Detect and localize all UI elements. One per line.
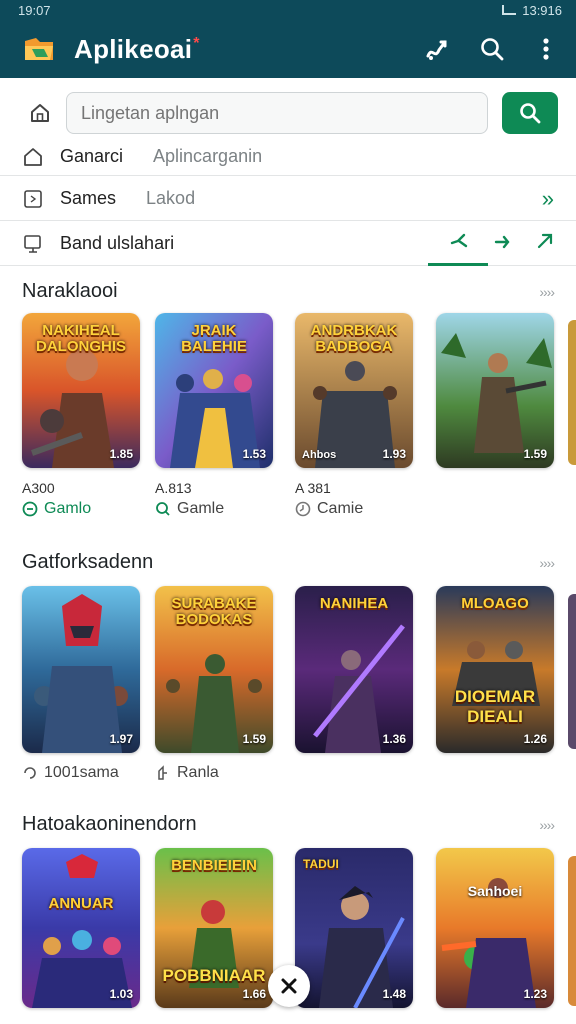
game-card[interactable]: ANDRBKAK BADBOGA Ahbos 1.93 [295, 313, 413, 468]
hand-icon [158, 765, 167, 780]
game-card-subtitle: DIOEMAR DIEALI [454, 687, 536, 726]
game-card[interactable]: MLOAGO DIOEMAR DIEALI 1.26 [436, 586, 554, 753]
close-icon [281, 978, 297, 994]
search-small-icon [156, 502, 170, 516]
clock-icon [295, 501, 311, 517]
search-button-icon [520, 103, 541, 124]
section-title: Gatforksadenn [22, 551, 154, 573]
app-title: Aplikeoai* [74, 33, 200, 64]
game-tag[interactable]: Camie [295, 500, 363, 518]
game-card-badge: 1.97 [109, 732, 133, 746]
game-card[interactable]: 1.97 [22, 586, 140, 753]
play-circle-icon [22, 501, 38, 517]
search-input[interactable] [66, 92, 488, 134]
row-sub: Aplincarganin [153, 146, 263, 166]
row-ganarci[interactable]: Ganarci Aplincarganin [0, 138, 576, 176]
game-card-badge: 1.36 [382, 732, 406, 746]
double-chevron-icon[interactable]: » [542, 186, 554, 212]
game-tag[interactable]: Ranla [155, 764, 219, 782]
game-card[interactable]: BENBIEIEIN POBBNIAAR 1.66 [155, 848, 273, 1008]
game-card-badge: 1.23 [523, 987, 547, 1001]
game-tag[interactable]: Gamle [155, 500, 224, 518]
game-card-badge: 1.66 [242, 987, 266, 1001]
tab-icon-2[interactable] [494, 233, 512, 254]
tab-underline [428, 263, 488, 266]
more-chevrons-icon[interactable]: ›››› [539, 284, 555, 300]
more-chevrons-icon[interactable]: ›››› [539, 555, 555, 571]
search-button[interactable] [502, 92, 558, 134]
game-card-title: ANNUAR [48, 895, 114, 912]
game-card[interactable]: Sanhoei 1.23 [436, 848, 554, 1008]
search-row [0, 88, 576, 138]
game-card[interactable]: ANNUAR 1.03 [22, 848, 140, 1008]
game-card-partial[interactable] [568, 856, 576, 1006]
signal-icon [502, 5, 517, 15]
game-card-title: NAKIHEAL DALONGHIS [36, 322, 126, 355]
game-card[interactable]: NANIHEA 1.36 [295, 586, 413, 753]
game-card-badge: 1.53 [242, 447, 266, 461]
search-icon[interactable] [478, 35, 506, 63]
status-right-text: 13:916 [522, 2, 562, 18]
game-card-badge: 1.59 [523, 447, 547, 461]
logo-icon [22, 33, 56, 65]
game-card-title: BENBIEIEIN [171, 857, 257, 874]
row-sames[interactable]: Sames Lakod » [0, 177, 576, 221]
game-code: A300 [22, 480, 55, 496]
row-label: Band ulslahari [60, 233, 175, 253]
game-card[interactable]: JRAIK BALEHIE 1.53 [155, 313, 273, 468]
game-code: A 381 [295, 480, 331, 496]
calendar-icon [22, 188, 44, 210]
game-card-badge: 1.48 [382, 987, 406, 1001]
game-card[interactable]: SURABAKE BODOKAS 1.59 [155, 586, 273, 753]
game-card[interactable]: NAKIHEAL DALONGHIS 1.85 [22, 313, 140, 468]
more-vert-icon[interactable] [532, 35, 560, 63]
status-time: 19:07 [18, 2, 51, 18]
game-card-badge: 1.93 [382, 447, 406, 461]
status-bar: 19:07 13:916 [0, 0, 576, 20]
game-tag[interactable]: Gamlo [22, 500, 91, 518]
game-card-title: TADUI [303, 857, 339, 871]
game-card-badge: 1.85 [109, 447, 133, 461]
game-card[interactable]: TADUI 1.48 [295, 848, 413, 1008]
more-chevrons-icon[interactable]: ›››› [539, 817, 555, 833]
row-sub: Lakod [146, 188, 196, 208]
game-card-partial[interactable] [568, 594, 576, 749]
sync-icon [24, 767, 36, 779]
game-card[interactable]: 1.59 [436, 313, 554, 468]
row-label: Sames [60, 188, 117, 208]
section-title: Naraklaooi [22, 280, 118, 302]
gesture-icon[interactable] [424, 35, 452, 63]
monitor-icon [22, 233, 44, 255]
game-card-title: JRAIK BALEHIE [181, 322, 247, 355]
tab-icon-3[interactable] [536, 233, 554, 254]
game-card-title: SURABAKE BODOKAS [171, 595, 257, 628]
row-band[interactable]: Band ulslahari [0, 222, 576, 266]
row-label: Ganarci [60, 146, 124, 166]
game-card-badge: 1.26 [523, 732, 547, 746]
game-card-subtitle: POBBNIAAR [162, 966, 266, 985]
game-card-partial[interactable] [568, 320, 576, 465]
tab-icon-1[interactable] [450, 233, 470, 254]
app-bar: Aplikeoai* [0, 20, 576, 78]
home-outline-icon [22, 146, 44, 168]
section-title: Hatoakaoninendorn [22, 813, 197, 835]
game-card-badge-left: Ahbos [302, 449, 337, 461]
home-icon[interactable] [26, 99, 54, 127]
game-card-title: NANIHEA [319, 595, 389, 612]
game-card-badge: 1.59 [242, 732, 266, 746]
game-card-title: Sanhoei [467, 883, 523, 899]
game-card-title: MLOAGO [461, 595, 529, 612]
game-tag[interactable]: 1001sama [22, 764, 119, 782]
game-code: A.813 [155, 480, 192, 496]
close-button[interactable] [268, 965, 310, 1007]
game-card-badge: 1.03 [109, 987, 133, 1001]
game-card-title: ANDRBKAK BADBOGA [310, 322, 398, 355]
